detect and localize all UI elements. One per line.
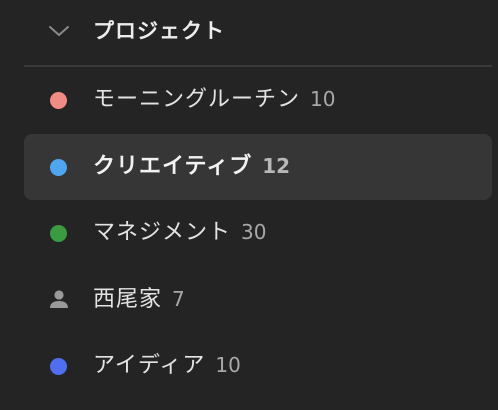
chevron-down-icon[interactable] bbox=[47, 22, 71, 40]
project-label: クリエイティブ 12 bbox=[93, 151, 290, 182]
project-label: 西尾家 7 bbox=[93, 284, 185, 315]
section-title: プロジェクト bbox=[93, 19, 225, 43]
project-name: マネジメント bbox=[93, 220, 232, 246]
project-count: 10 bbox=[310, 87, 336, 111]
project-sidebar-panel: プロジェクト モーニングルーチン 10 クリエイティブ 12 マネジメント 30 西尾… bbox=[0, 0, 498, 410]
project-item-management[interactable]: マネジメント 30 bbox=[24, 200, 492, 267]
project-name: 西尾家 bbox=[93, 286, 163, 312]
project-color-dot-icon bbox=[50, 158, 67, 176]
project-color-dot-icon bbox=[50, 92, 67, 109]
project-item-nishio-family[interactable]: 西尾家 7 bbox=[24, 267, 492, 334]
project-list: モーニングルーチン 10 クリエイティブ 12 マネジメント 30 西尾家 7 アイディ… bbox=[24, 67, 498, 400]
project-label: アイディア 10 bbox=[93, 350, 241, 381]
project-item-ideas[interactable]: アイディア 10 bbox=[24, 333, 492, 400]
project-count: 10 bbox=[215, 353, 241, 378]
project-color-dot-icon bbox=[50, 358, 67, 376]
project-name: モーニングルーチン bbox=[93, 87, 301, 112]
project-count: 7 bbox=[172, 286, 185, 311]
project-name: クリエイティブ bbox=[93, 153, 253, 179]
project-color-dot-icon bbox=[50, 225, 67, 243]
project-label: マネジメント 30 bbox=[93, 217, 266, 248]
project-count: 30 bbox=[241, 220, 267, 245]
projects-section-header[interactable]: プロジェクト bbox=[0, 0, 498, 64]
project-item-morning-routine[interactable]: モーニングルーチン 10 bbox=[24, 67, 492, 134]
project-item-creative[interactable]: クリエイティブ 12 bbox=[24, 133, 492, 201]
project-name: アイディア bbox=[93, 353, 206, 379]
person-icon bbox=[50, 290, 68, 308]
project-count: 12 bbox=[262, 153, 291, 178]
project-label: モーニングルーチン 10 bbox=[93, 84, 335, 115]
